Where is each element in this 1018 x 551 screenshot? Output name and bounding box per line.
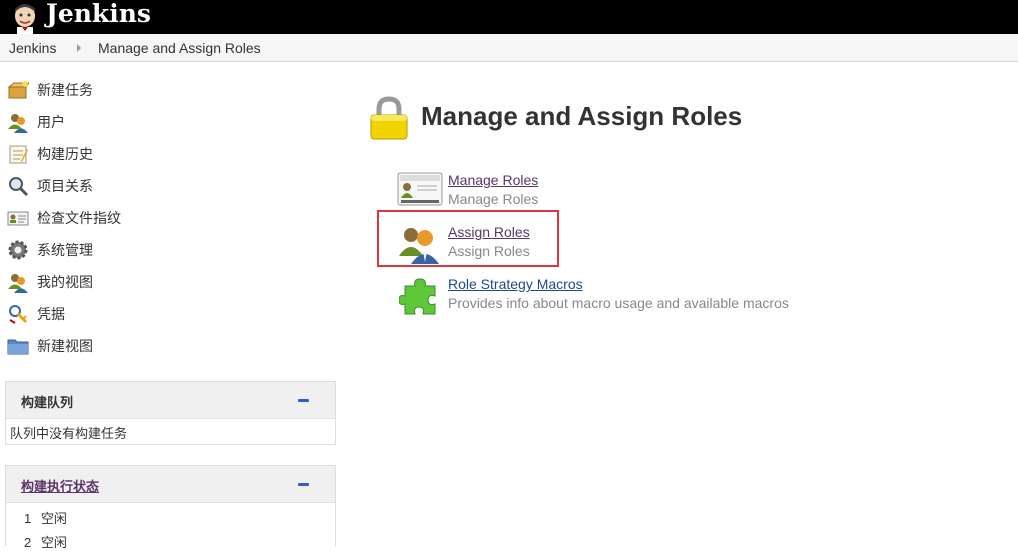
- breadcrumb: Jenkins Manage and Assign Roles: [0, 34, 1018, 62]
- task-label[interactable]: 系统管理: [37, 240, 93, 260]
- task-label[interactable]: 构建历史: [37, 144, 93, 164]
- task-label[interactable]: 新建视图: [37, 336, 93, 356]
- users-icon: [7, 111, 29, 133]
- role-strategy-macros-link[interactable]: Role Strategy Macros: [448, 276, 583, 292]
- build-queue-pane: 构建队列 队列中没有构建任务: [5, 381, 336, 445]
- new-package-icon: [7, 79, 30, 101]
- role-strategy-macros-item: Role Strategy Macros Provides info about…: [397, 276, 807, 316]
- manage-roles-description: Manage Roles: [448, 191, 539, 207]
- top-header: Jenkins: [0, 0, 1018, 34]
- manage-roles-link[interactable]: Manage Roles: [448, 172, 538, 188]
- executor-number: 2: [24, 535, 32, 550]
- highlight-box: [377, 210, 559, 267]
- breadcrumb-manage-roles[interactable]: Manage and Assign Roles: [98, 40, 261, 56]
- task-fingerprint[interactable]: 检查文件指纹: [7, 207, 121, 229]
- notepad-icon: [7, 143, 29, 165]
- collapse-icon[interactable]: [298, 483, 309, 486]
- fingerprint-card-icon: [7, 207, 29, 229]
- build-queue-empty-text: 队列中没有构建任务: [10, 426, 128, 441]
- lock-icon: [369, 96, 409, 140]
- jenkins-logo-text[interactable]: Jenkins: [46, 0, 151, 30]
- task-label[interactable]: 检查文件指纹: [37, 208, 121, 228]
- task-new-item[interactable]: 新建任务: [7, 79, 93, 101]
- executor-status: 空闲: [40, 535, 67, 550]
- build-queue-header: 构建队列: [6, 382, 335, 419]
- folder-icon: [7, 335, 29, 357]
- executor-row: 1 空闲: [24, 508, 67, 527]
- task-people[interactable]: 用户: [7, 111, 65, 133]
- task-label[interactable]: 新建任务: [37, 80, 93, 100]
- task-label[interactable]: 用户: [37, 112, 65, 132]
- manage-roles-item: Manage Roles Manage Roles: [397, 172, 797, 212]
- task-project-relationship[interactable]: 项目关系: [7, 175, 93, 197]
- executors-header: 构建执行状态: [6, 466, 335, 503]
- task-credentials[interactable]: 凭据: [7, 303, 65, 325]
- page-title: Manage and Assign Roles: [421, 101, 743, 131]
- task-my-views[interactable]: 我的视图: [7, 271, 93, 293]
- executor-number: 1: [24, 511, 32, 526]
- magnifier-icon: [7, 175, 29, 197]
- id-card-icon[interactable]: [397, 172, 443, 212]
- executors-title-link[interactable]: 构建执行状态: [21, 476, 99, 495]
- collapse-icon[interactable]: [298, 399, 309, 402]
- puzzle-icon[interactable]: [398, 276, 445, 316]
- task-build-history[interactable]: 构建历史: [7, 143, 93, 165]
- jenkins-butler-icon[interactable]: [8, 0, 42, 34]
- breadcrumb-jenkins[interactable]: Jenkins: [9, 40, 56, 56]
- user-icon: [7, 271, 29, 293]
- role-strategy-macros-description: Provides info about macro usage and avai…: [448, 295, 789, 311]
- executor-row: 2 空闲: [24, 532, 67, 551]
- breadcrumb-arrow-icon[interactable]: [77, 44, 81, 52]
- build-queue-title: 构建队列: [21, 395, 74, 410]
- executors-pane: 构建执行状态 1 空闲 2 空闲: [5, 465, 336, 550]
- task-label[interactable]: 我的视图: [37, 272, 93, 292]
- task-new-view[interactable]: 新建视图: [7, 335, 93, 357]
- task-label[interactable]: 凭据: [37, 304, 65, 324]
- executor-status: 空闲: [40, 511, 67, 526]
- task-label[interactable]: 项目关系: [37, 176, 93, 196]
- credentials-icon: [7, 303, 29, 325]
- task-manage-jenkins[interactable]: 系统管理: [7, 239, 93, 261]
- gear-icon: [7, 239, 29, 261]
